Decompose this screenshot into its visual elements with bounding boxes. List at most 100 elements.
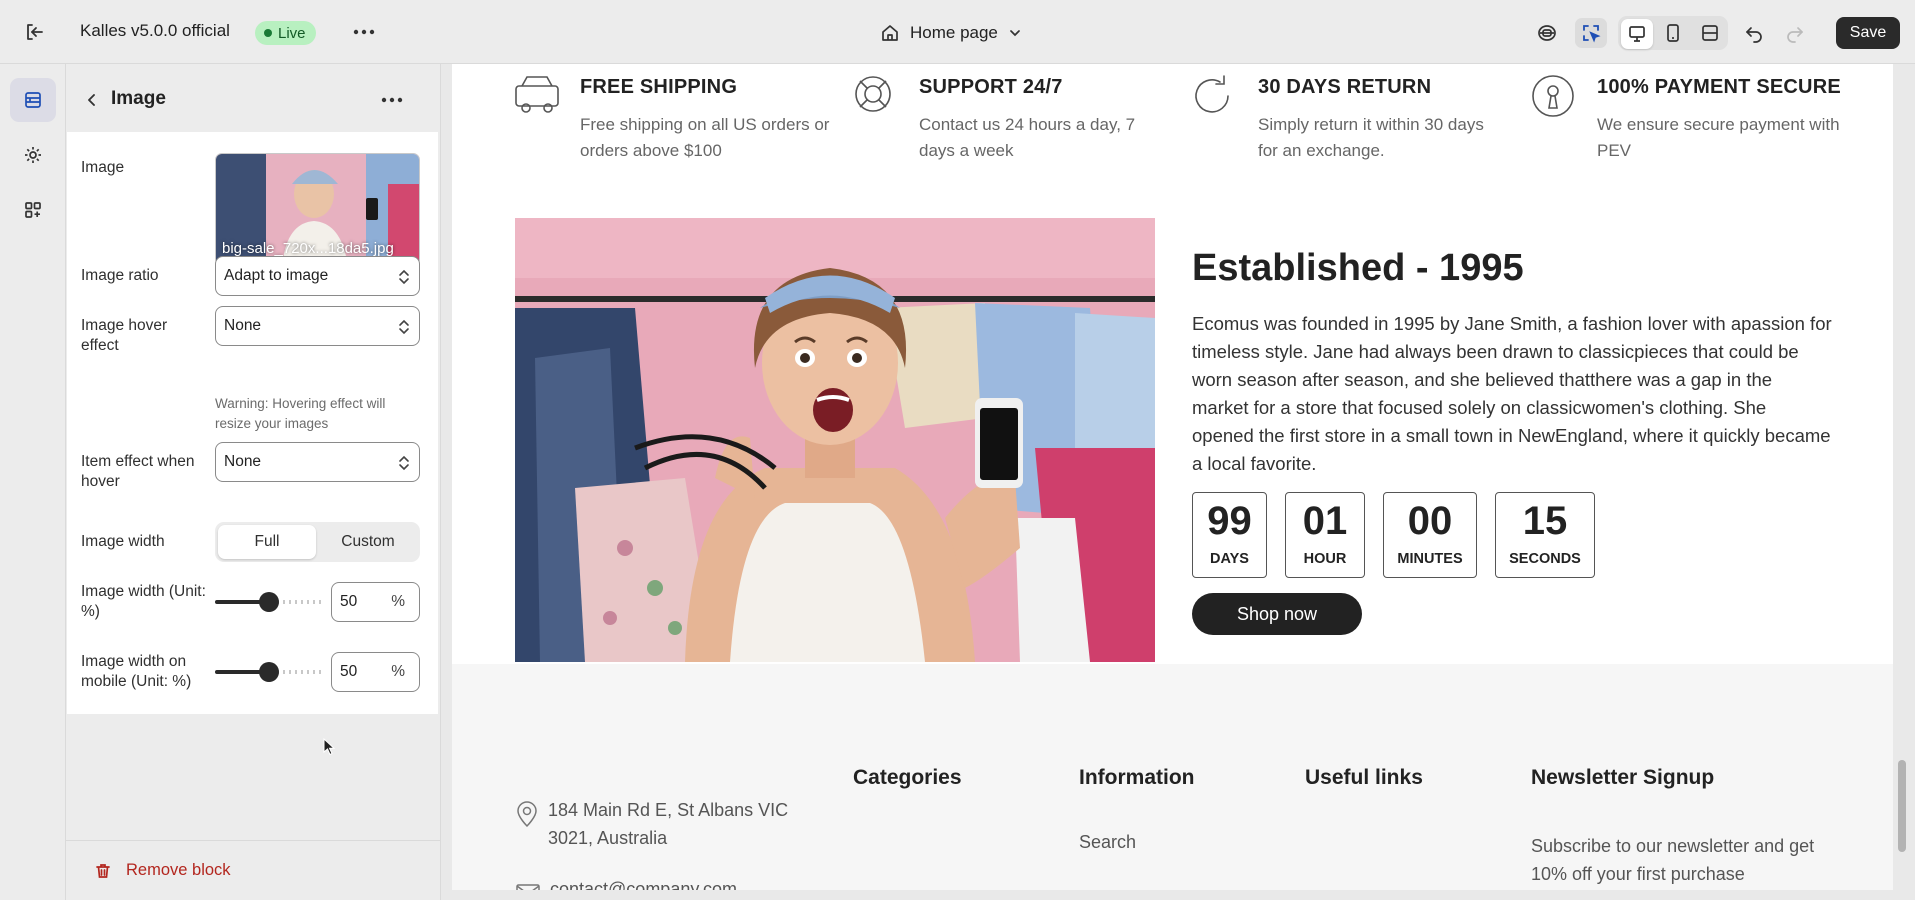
about-title: Established - 1995	[1192, 247, 1524, 289]
image-ratio-select[interactable]: Adapt to image	[215, 256, 420, 296]
remove-block-bar: Remove block	[66, 840, 441, 900]
select-arrows-icon	[398, 268, 410, 286]
page-selector-label: Home page	[910, 23, 998, 42]
shop-now-button[interactable]: Shop now	[1192, 593, 1362, 635]
image-hover-label: Image hover effect	[81, 317, 168, 354]
sections-icon[interactable]	[10, 78, 56, 122]
feature-title: SUPPORT 24/7	[919, 76, 1063, 98]
exit-icon[interactable]	[18, 18, 50, 46]
store-name: Kalles v5.0.0 official	[80, 21, 230, 40]
map-pin-icon	[516, 800, 538, 828]
item-effect-select[interactable]: None	[215, 442, 420, 482]
lifebuoy-icon	[853, 74, 893, 114]
status-badge: Live	[255, 21, 316, 45]
panel-more-icon[interactable]	[376, 86, 408, 114]
countdown-seconds: 15 SECONDS	[1495, 492, 1595, 578]
image-width-mobile-label: Image width on mobile (Unit: %)	[81, 653, 192, 690]
secure-payment-icon	[1531, 74, 1575, 118]
page-selector[interactable]: Home page	[880, 18, 1022, 48]
image-width-segmented: Full Custom	[215, 522, 420, 562]
feature-desc: We ensure secure payment with PEV	[1597, 115, 1840, 160]
store-preview: FREE SHIPPING Free shipping on all US or…	[452, 64, 1893, 890]
countdown-label: HOUR	[1303, 551, 1347, 567]
feature-title: 30 DAYS RETURN	[1258, 76, 1432, 98]
image-width-mobile-unit: %	[391, 663, 405, 680]
feature-title: 100% PAYMENT SECURE	[1597, 76, 1841, 98]
image-width-input[interactable]: 50 %	[331, 582, 420, 622]
width-option-custom[interactable]: Custom	[319, 525, 417, 559]
image-width-slider[interactable]	[215, 592, 323, 612]
countdown-minutes: 00 MINUTES	[1383, 492, 1477, 578]
chevron-down-icon	[1008, 26, 1022, 40]
save-button[interactable]: Save	[1836, 17, 1900, 49]
footer-link-search[interactable]: Search	[1079, 832, 1136, 853]
item-effect-label: Item effect when hover	[81, 453, 195, 490]
undo-icon[interactable]	[1738, 18, 1770, 48]
panel-header: Image	[66, 78, 441, 122]
live-dot-icon	[264, 29, 272, 37]
footer-col-useful-links: Useful links	[1305, 766, 1423, 789]
mobile-view-icon[interactable]	[1657, 18, 1689, 48]
width-option-full[interactable]: Full	[218, 525, 316, 559]
newsletter-text: Subscribe to our newsletter and get 10% …	[1531, 836, 1815, 884]
remove-block-label: Remove block	[126, 861, 231, 879]
remove-block-button[interactable]: Remove block	[94, 861, 231, 880]
hero-photo	[515, 218, 1155, 662]
footer-col-information: Information	[1079, 766, 1195, 789]
feature-desc: Simply return it within 30 days for an e…	[1258, 115, 1484, 160]
countdown-value: 99	[1207, 499, 1252, 543]
settings-panel: Image Image big-sale_720x...18da5.jpg Im…	[66, 64, 441, 900]
apps-icon[interactable]	[10, 188, 56, 232]
home-icon	[880, 23, 900, 43]
image-width-mobile-input[interactable]: 50 %	[331, 652, 420, 692]
countdown-value: 15	[1522, 499, 1568, 543]
status-badge-label: Live	[278, 24, 306, 42]
about-text: Ecomus was founded in 1995 by Jane Smith…	[1192, 313, 1832, 474]
footer-address: 184 Main Rd E, St Albans VIC 3021, Austr…	[548, 800, 789, 848]
item-effect-value: None	[224, 453, 262, 470]
redo-icon[interactable]	[1779, 18, 1811, 48]
image-width-unit: %	[391, 593, 405, 610]
image-picker-thumbnail[interactable]: big-sale_720x...18da5.jpg	[215, 153, 420, 266]
countdown-value: 00	[1407, 499, 1453, 543]
image-ratio-value: Adapt to image	[224, 267, 329, 284]
image-ratio-label: Image ratio	[81, 267, 159, 284]
selected-image-block[interactable]	[501, 206, 1168, 674]
slider-handle[interactable]	[259, 662, 279, 682]
theme-settings-icon[interactable]	[10, 133, 56, 177]
mail-icon	[516, 884, 540, 890]
countdown-label: SECONDS	[1509, 551, 1581, 567]
countdown-label: DAYS	[1210, 551, 1249, 567]
countdown-hour: 01 HOUR	[1285, 492, 1365, 578]
back-chevron-icon[interactable]	[78, 86, 106, 114]
image-filename: big-sale_720x...18da5.jpg	[222, 240, 394, 257]
truck-icon	[514, 74, 560, 118]
feature-title: FREE SHIPPING	[580, 76, 738, 98]
preview-scrollbar[interactable]	[1898, 760, 1906, 852]
desktop-view-icon[interactable]	[1621, 19, 1653, 49]
refresh-icon	[1192, 74, 1234, 118]
image-width-mobile-slider[interactable]	[215, 662, 323, 682]
feature-desc: Free shipping on all US orders or orders…	[580, 115, 830, 160]
app-embeds-icon[interactable]	[1531, 18, 1563, 48]
panel-title: Image	[111, 88, 166, 109]
countdown-days: 99 DAYS	[1192, 492, 1267, 578]
image-width-value: 50	[340, 593, 358, 610]
image-width-mobile-value: 50	[340, 663, 358, 680]
select-arrows-icon	[398, 454, 410, 472]
mouse-cursor-icon	[323, 738, 335, 756]
countdown-value: 01	[1302, 499, 1348, 543]
image-label: Image	[81, 159, 125, 176]
fullscreen-view-icon[interactable]	[1694, 18, 1726, 48]
footer-col-categories: Categories	[853, 766, 962, 789]
slider-handle[interactable]	[259, 592, 279, 612]
feature-desc: Contact us 24 hours a day, 7 days a week	[919, 115, 1136, 160]
hover-warning-text: Warning: Hovering effect will resize you…	[215, 396, 386, 431]
image-width-label: Image width	[81, 533, 165, 550]
image-hover-select[interactable]: None	[215, 306, 420, 346]
inspector-icon[interactable]	[1575, 18, 1607, 48]
footer-email[interactable]: contact@company.com	[550, 879, 737, 890]
footer-col-newsletter: Newsletter Signup	[1531, 766, 1715, 789]
image-hover-value: None	[224, 317, 262, 334]
more-options-icon[interactable]	[350, 20, 378, 44]
